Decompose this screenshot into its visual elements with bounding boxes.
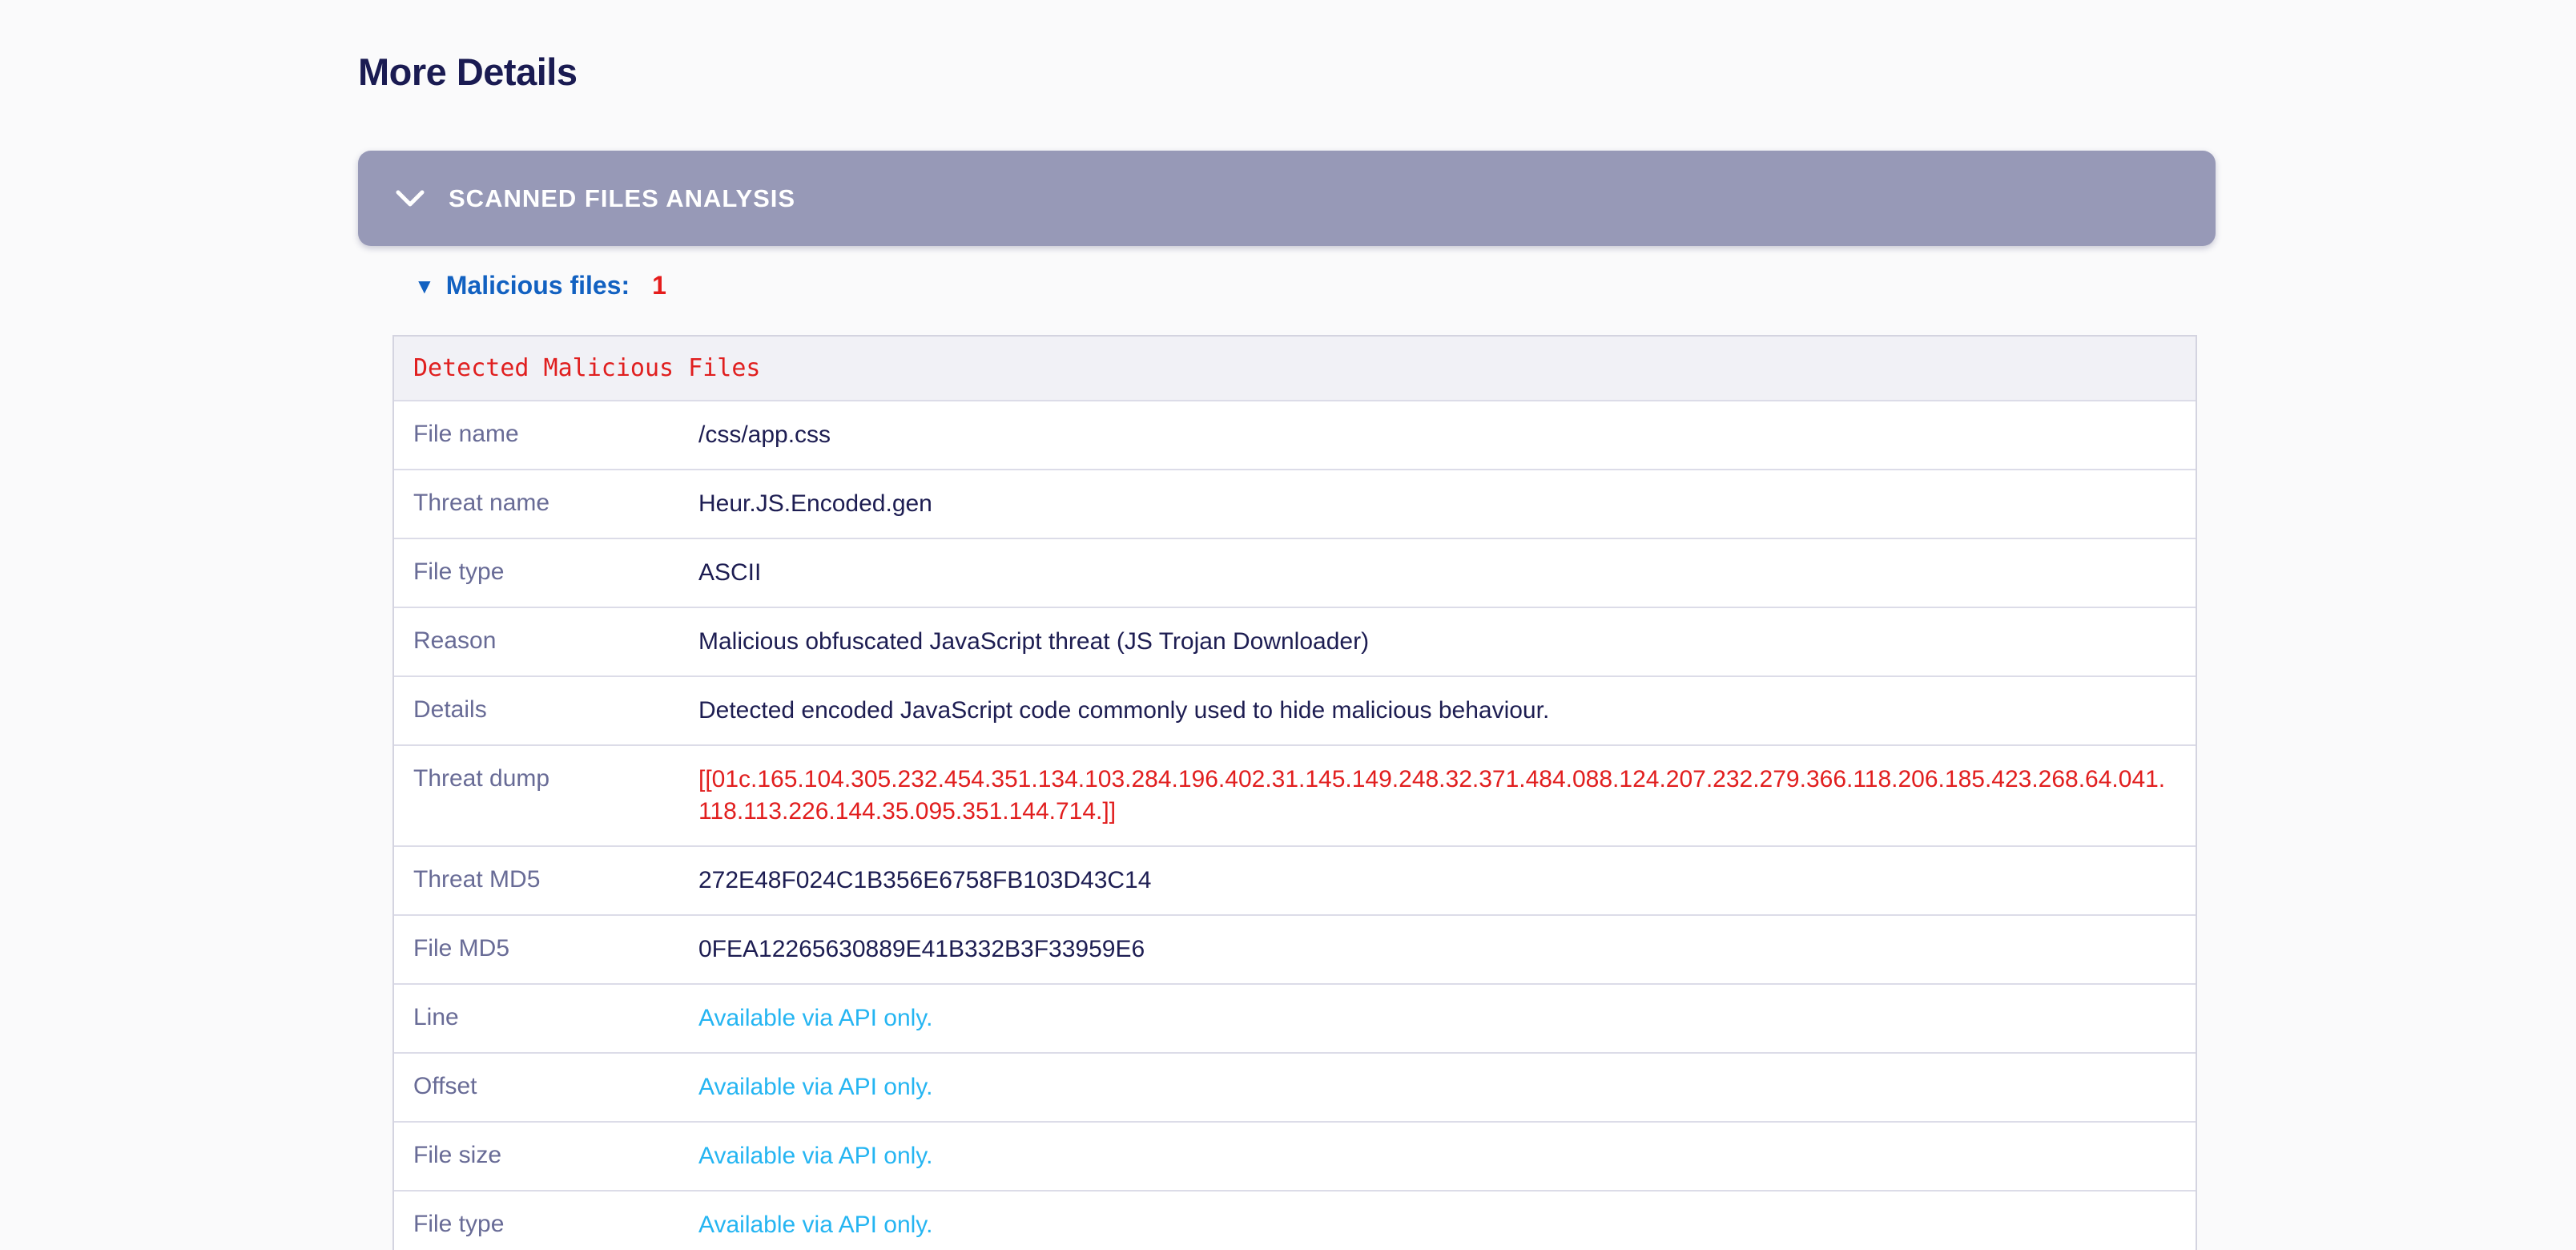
row-value: Available via API only. xyxy=(698,1209,2196,1241)
table-row: Reason Malicious obfuscated JavaScript t… xyxy=(394,607,2196,675)
row-value: ASCII xyxy=(698,557,2196,589)
row-label: File type xyxy=(394,557,698,589)
accordion-title: SCANNED FILES ANALYSIS xyxy=(449,184,795,213)
malicious-files-label: Malicious files: xyxy=(446,271,630,300)
row-label: Threat MD5 xyxy=(394,865,698,897)
table-row: Threat dump [[01c.165.104.305.232.454.35… xyxy=(394,744,2196,845)
row-label: Reason xyxy=(394,626,698,658)
malicious-file-table: Detected Malicious Files File name /css/… xyxy=(392,335,2197,1250)
table-row: File type ASCII xyxy=(394,538,2196,607)
row-value: Available via API only. xyxy=(698,1140,2196,1172)
row-label: Offset xyxy=(394,1071,698,1103)
row-value: Detected encoded JavaScript code commonl… xyxy=(698,695,2196,727)
chevron-down-icon xyxy=(396,190,425,208)
row-value: 0FEA12265630889E41B332B3F33959E6 xyxy=(698,933,2196,966)
row-value: /css/app.css xyxy=(698,419,2196,451)
row-label: Details xyxy=(394,695,698,727)
table-row: File size Available via API only. xyxy=(394,1121,2196,1190)
row-label: Threat name xyxy=(394,488,698,520)
table-body: File name /css/app.css Threat name Heur.… xyxy=(394,400,2196,1250)
table-row: File name /css/app.css xyxy=(394,400,2196,469)
table-row: File type Available via API only. xyxy=(394,1190,2196,1250)
table-row: Threat name Heur.JS.Encoded.gen xyxy=(394,469,2196,538)
row-label: Line xyxy=(394,1002,698,1034)
row-value: Heur.JS.Encoded.gen xyxy=(698,488,2196,520)
table-row: Offset Available via API only. xyxy=(394,1052,2196,1121)
row-value: Available via API only. xyxy=(698,1002,2196,1034)
row-label: File type xyxy=(394,1209,698,1241)
table-header-text: Detected Malicious Files xyxy=(413,354,760,382)
row-label: File size xyxy=(394,1140,698,1172)
row-value: Malicious obfuscated JavaScript threat (… xyxy=(698,626,2196,658)
table-header-row: Detected Malicious Files xyxy=(394,337,2196,400)
table-row: File MD5 0FEA12265630889E41B332B3F33959E… xyxy=(394,914,2196,983)
row-value: [[01c.165.104.305.232.454.351.134.103.28… xyxy=(698,764,2196,828)
table-row: Threat MD5 272E48F024C1B356E6758FB103D43… xyxy=(394,845,2196,914)
row-value: 272E48F024C1B356E6758FB103D43C14 xyxy=(698,865,2196,897)
malicious-files-toggle[interactable]: ▼ Malicious files: 1 xyxy=(414,271,666,300)
scanned-files-accordion-header[interactable]: SCANNED FILES ANALYSIS xyxy=(358,151,2216,246)
row-label: File MD5 xyxy=(394,933,698,966)
table-row: Details Detected encoded JavaScript code… xyxy=(394,675,2196,744)
row-label: Threat dump xyxy=(394,764,698,828)
row-value: Available via API only. xyxy=(698,1071,2196,1103)
malicious-files-count: 1 xyxy=(652,271,666,300)
page-title: More Details xyxy=(358,50,577,94)
row-label: File name xyxy=(394,419,698,451)
triangle-down-icon: ▼ xyxy=(414,276,435,296)
table-row: Line Available via API only. xyxy=(394,983,2196,1052)
page: More Details SCANNED FILES ANALYSIS ▼ Ma… xyxy=(0,0,2576,1250)
